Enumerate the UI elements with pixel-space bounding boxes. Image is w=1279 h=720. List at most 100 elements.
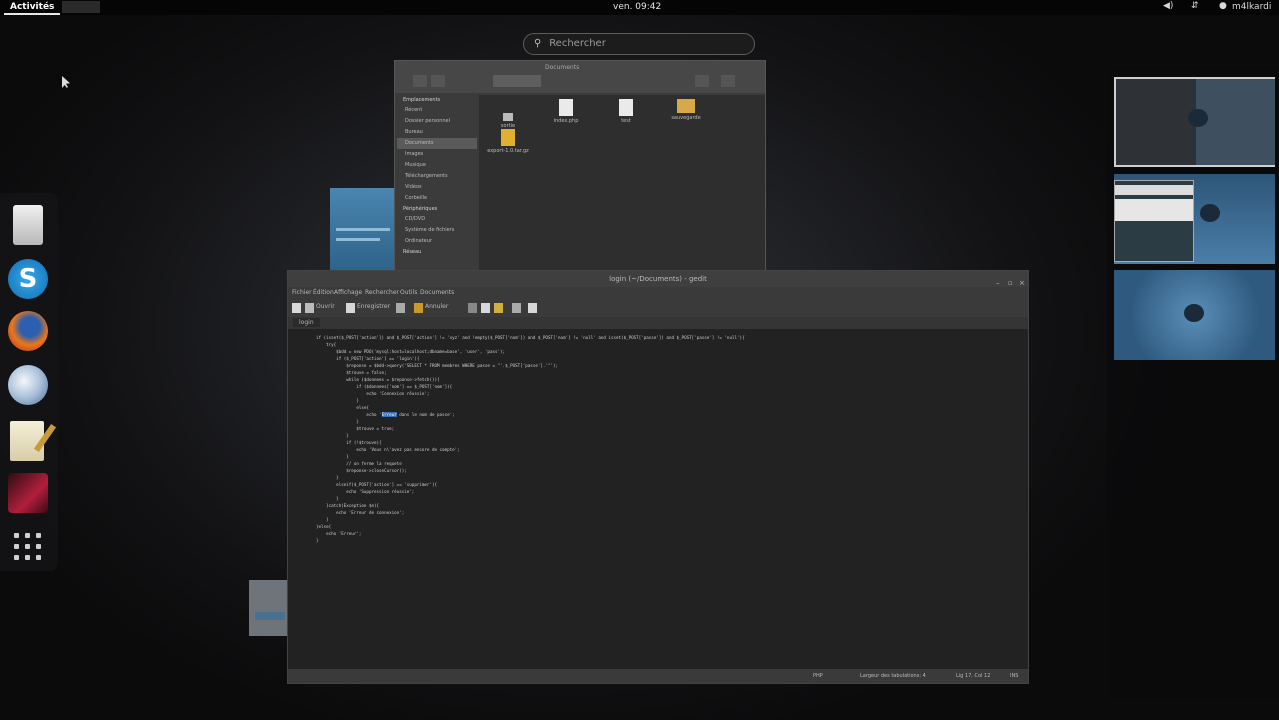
code-line[interactable]: echo 'Vous n\'avez pas encore de compte'… <box>316 447 459 452</box>
code-line[interactable]: } <box>316 433 349 438</box>
workspace-2[interactable] <box>1114 174 1275 264</box>
volume-icon[interactable]: ◀) <box>1163 1 1173 11</box>
code-line[interactable]: if ($_POST['action'] == 'login'){ <box>316 356 419 361</box>
code-line[interactable]: else{ <box>316 405 369 410</box>
sidebar-item-trash[interactable]: Corbeille <box>397 193 477 204</box>
code-line[interactable]: if (!$trouve){ <box>316 440 381 445</box>
user-name[interactable]: m4lkardi <box>1232 2 1271 12</box>
file-item[interactable]: sortie <box>483 113 533 129</box>
find-icon[interactable] <box>512 303 521 313</box>
menu-search[interactable]: Rechercher <box>365 289 399 296</box>
toolbar: Ouvrir Enregistrer Annuler <box>288 299 1028 317</box>
code-line[interactable]: if ($donnees['nom'] == $_POST['nom']){ <box>316 384 452 389</box>
sidebar-item-filesystem[interactable]: Système de fichiers <box>397 225 477 236</box>
sidebar-item-music[interactable]: Musique <box>397 160 477 171</box>
cut-icon[interactable] <box>468 303 477 313</box>
activities-button[interactable]: Activités <box>4 0 61 15</box>
code-line[interactable]: } <box>316 398 359 403</box>
code-line[interactable]: echo 'Suppression réussie'; <box>316 489 414 494</box>
code-line[interactable]: try{ <box>316 342 336 347</box>
code-line[interactable]: } <box>316 517 329 522</box>
sidebar-item-downloads[interactable]: Téléchargements <box>397 171 477 182</box>
show-applications-icon[interactable] <box>8 527 48 567</box>
code-line[interactable]: echo 'Erreur'; <box>316 531 361 536</box>
network-icon[interactable]: ⇵ <box>1191 1 1199 11</box>
sidebar-item-desktop[interactable]: Bureau <box>397 127 477 138</box>
forward-button[interactable] <box>431 75 445 87</box>
search-input[interactable]: ⚲ Rechercher <box>523 33 755 55</box>
code-line[interactable]: // on ferme la requete <box>316 461 401 466</box>
sidebar-item-cd[interactable]: CD/DVD <box>397 214 477 225</box>
tab-width-selector[interactable]: Largeur des tabulations: 4 <box>860 673 926 679</box>
code-line[interactable]: } <box>316 538 319 543</box>
archive-icon <box>501 129 515 146</box>
code-line[interactable]: $reponse->closeCursor(); <box>316 468 407 473</box>
file-manager-window[interactable]: Documents Emplacements Récent Dossier pe… <box>394 60 766 276</box>
gedit-window[interactable]: login (~/Documents) - gedit – ▫ × Fichie… <box>287 270 1029 684</box>
user-icon[interactable]: ● <box>1219 1 1227 11</box>
code-line[interactable]: }catch(Exception $e){ <box>316 503 379 508</box>
file-item[interactable]: test <box>601 99 651 124</box>
file-item[interactable]: sauvegarde <box>661 99 711 121</box>
code-line[interactable]: } <box>316 419 359 424</box>
sidebar-item-videos[interactable]: Vidéos <box>397 182 477 193</box>
menu-file[interactable]: Fichier <box>292 289 312 296</box>
app-menu[interactable] <box>62 1 100 13</box>
dash: S <box>0 193 58 571</box>
workspace-1[interactable] <box>1114 77 1275 167</box>
code-line[interactable]: echo 'Connexion réussie'; <box>316 391 429 396</box>
background-window-blue[interactable] <box>330 188 398 280</box>
workspace-3[interactable] <box>1114 270 1275 360</box>
replace-icon[interactable] <box>528 303 537 313</box>
background-window-grey[interactable] <box>249 580 289 636</box>
open-button[interactable]: Ouvrir <box>316 303 335 310</box>
view-button[interactable] <box>695 75 709 87</box>
print-icon[interactable] <box>396 303 405 313</box>
open-icon[interactable] <box>305 303 314 313</box>
code-line[interactable]: $bdd = new PDO('mysql:host=localhost;dbn… <box>316 349 505 354</box>
code-line[interactable]: }else{ <box>316 524 331 529</box>
code-line[interactable]: } <box>316 454 349 459</box>
code-line[interactable]: while ($donnees = $reponse->fetch()){ <box>316 377 439 382</box>
tab-login[interactable]: login <box>293 318 320 327</box>
code-line[interactable]: if (isset($_POST['action']) and $_POST['… <box>316 335 745 340</box>
sidebar-item-documents[interactable]: Documents <box>397 138 477 149</box>
file-item[interactable]: index.php <box>541 99 591 124</box>
menu-view[interactable]: Affichage <box>334 289 362 296</box>
paste-icon[interactable] <box>494 303 503 313</box>
clock[interactable]: ven. 09:42 <box>613 2 661 12</box>
menu-documents[interactable]: Documents <box>420 289 454 296</box>
menu-button[interactable] <box>721 75 735 87</box>
code-line[interactable]: } <box>316 475 339 480</box>
sidebar-item-recent[interactable]: Récent <box>397 105 477 116</box>
save-icon[interactable] <box>346 303 355 313</box>
copy-icon[interactable] <box>481 303 490 313</box>
code-line[interactable]: } <box>316 496 339 501</box>
menu-tools[interactable]: Outils <box>400 289 417 296</box>
menu-edit[interactable]: Édition <box>313 289 334 296</box>
code-editor[interactable]: if (isset($_POST['action']) and $_POST['… <box>288 329 1028 669</box>
code-line[interactable]: $trouve = true; <box>316 426 394 431</box>
language-selector[interactable]: PHP <box>813 673 823 679</box>
sidebar-item-computer[interactable]: Ordinateur <box>397 236 477 247</box>
text-editor-icon[interactable] <box>10 421 44 461</box>
sidebar-item-home[interactable]: Dossier personnel <box>397 116 477 127</box>
save-button[interactable]: Enregistrer <box>357 303 390 310</box>
code-line[interactable]: elseif($_POST['action'] == 'supprimer'){ <box>316 482 437 487</box>
firefox-icon[interactable] <box>8 311 48 351</box>
undo-icon[interactable] <box>414 303 423 313</box>
undo-button[interactable]: Annuler <box>425 303 448 310</box>
skype-icon[interactable]: S <box>8 259 48 299</box>
web-browser-icon[interactable] <box>8 365 48 405</box>
code-line[interactable]: $trouve = false; <box>316 370 386 375</box>
code-line[interactable]: echo 'Erreur de connexion'; <box>316 510 404 515</box>
path-bar[interactable] <box>493 75 541 87</box>
sidebar-item-images[interactable]: Images <box>397 149 477 160</box>
new-document-icon[interactable] <box>292 303 301 313</box>
files-icon[interactable] <box>13 205 43 245</box>
code-line[interactable]: $reponse = $bdd->query('SELECT * FROM me… <box>316 363 558 368</box>
red-app-icon[interactable] <box>8 473 48 513</box>
file-item[interactable]: export-1.0.tar.gz <box>483 129 533 154</box>
back-button[interactable] <box>413 75 427 87</box>
code-line[interactable]: echo 'Erreur dans le nom de passe'; <box>316 412 455 417</box>
